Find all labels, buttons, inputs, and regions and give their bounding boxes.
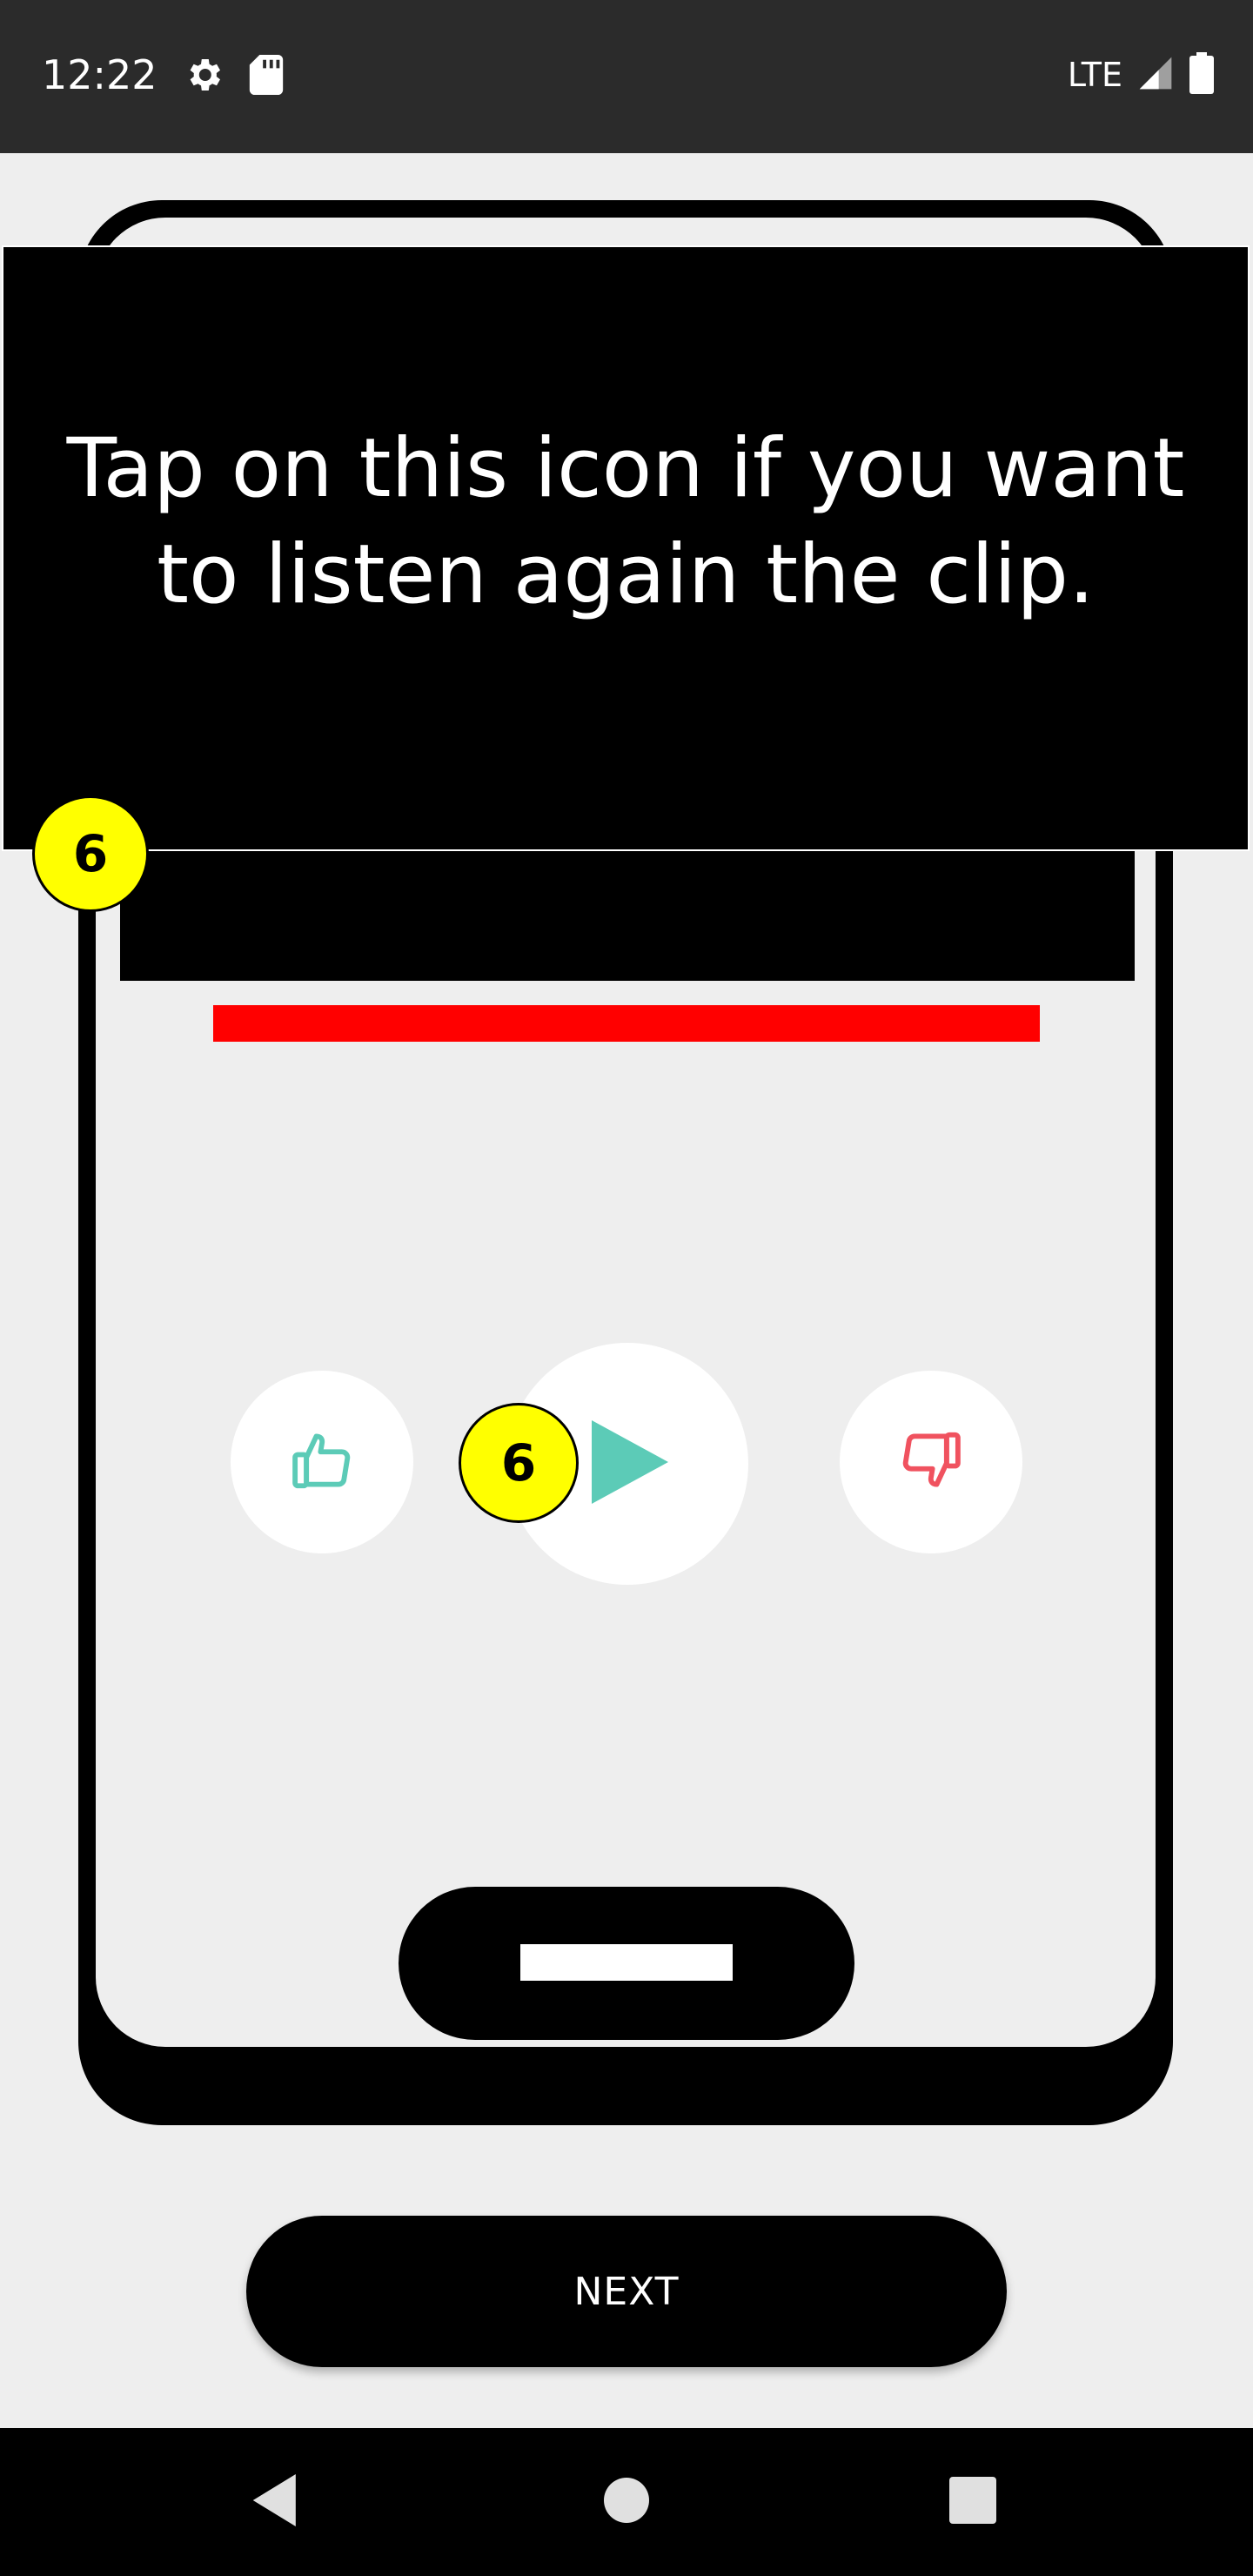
status-time: 12:22 [42,51,157,98]
gear-icon [183,54,224,100]
network-type: LTE [1067,56,1122,94]
play-icon [592,1419,668,1508]
recents-button[interactable] [921,2428,1025,2576]
tutorial-tooltip: Tap on this icon if you want to listen a… [2,245,1250,851]
thumbs-up-icon [288,1426,356,1499]
clip-display [120,849,1135,981]
thumbs-down-icon [897,1426,965,1499]
battery-icon [1189,51,1215,98]
status-left-icons [183,54,284,100]
phone-action-button [399,1887,854,2040]
home-icon [604,2477,649,2527]
back-button[interactable] [224,2428,329,2576]
phone-action-placeholder [520,1944,733,1981]
recents-icon [949,2476,996,2528]
navigation-bar [0,2428,1253,2576]
signal-icon [1136,54,1175,97]
status-bar: 12:22 LTE [0,0,1253,153]
status-right: LTE [1068,50,1215,99]
dislike-button[interactable] [840,1371,1022,1553]
tooltip-text: Tap on this icon if you want to listen a… [66,421,1185,622]
home-button[interactable] [574,2428,679,2576]
next-button[interactable]: NEXT [246,2216,1007,2367]
clip-progress-bar [213,1005,1040,1042]
sd-card-icon [249,55,284,99]
like-button[interactable] [231,1371,413,1553]
play-step-badge: 6 [459,1403,579,1523]
tooltip-step-badge: 6 [32,795,149,912]
back-icon [252,2473,301,2531]
